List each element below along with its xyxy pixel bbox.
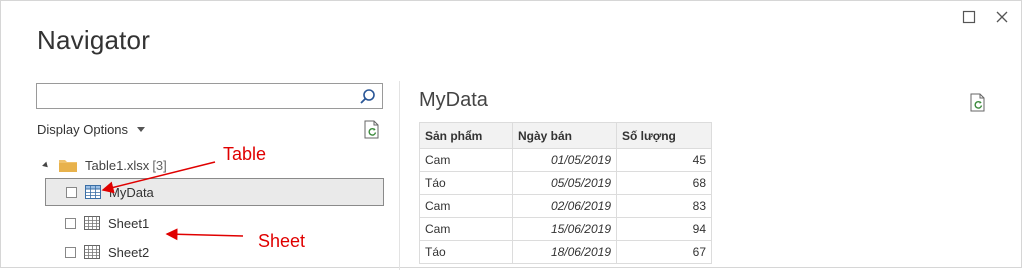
table-row: Cam 02/06/2019 83 bbox=[419, 194, 712, 218]
expand-icon[interactable] bbox=[42, 161, 50, 169]
tree-item-checkbox[interactable] bbox=[66, 186, 77, 198]
tree-item-label: Sheet1 bbox=[108, 215, 150, 231]
search-box[interactable] bbox=[36, 83, 383, 109]
table-cell: Táo bbox=[419, 171, 513, 195]
tree-item-sheet1[interactable]: Sheet1 bbox=[45, 209, 149, 237]
sheet-icon bbox=[84, 245, 100, 259]
table-cell: 45 bbox=[616, 148, 712, 172]
dropdown-caret-icon bbox=[137, 127, 146, 132]
table-header-row: Sản phẩm Ngày bán Số lượng bbox=[419, 122, 712, 149]
tree-root-label: Table1.xlsx bbox=[85, 157, 150, 173]
panel-divider bbox=[399, 81, 400, 270]
table-cell: 94 bbox=[616, 217, 712, 241]
tree-item-mydata[interactable]: MyData bbox=[45, 178, 384, 206]
display-options-label: Display Options bbox=[37, 122, 129, 137]
table-icon bbox=[85, 185, 101, 199]
column-header[interactable]: Sản phẩm bbox=[419, 122, 513, 149]
tree-item-checkbox[interactable] bbox=[65, 246, 76, 258]
preview-title: MyData bbox=[419, 89, 488, 111]
preview-table: Sản phẩm Ngày bán Số lượng Cam 01/05/201… bbox=[419, 122, 712, 264]
refresh-icon[interactable] bbox=[363, 120, 381, 139]
navigator-window: Navigator Display Options Table1.xlsx [3… bbox=[0, 0, 1022, 270]
table-cell: 02/06/2019 bbox=[512, 194, 617, 218]
table-cell: 18/06/2019 bbox=[512, 240, 617, 264]
table-cell: 05/05/2019 bbox=[512, 171, 617, 195]
table-cell: 68 bbox=[616, 171, 712, 195]
tree-item-checkbox[interactable] bbox=[65, 217, 76, 229]
table-row: Táo 18/06/2019 67 bbox=[419, 240, 712, 264]
table-cell: 15/06/2019 bbox=[512, 217, 617, 241]
tree-root-count: [3] bbox=[152, 157, 167, 173]
close-icon[interactable] bbox=[994, 9, 1010, 25]
column-header[interactable]: Số lượng bbox=[616, 122, 712, 149]
table-cell: 67 bbox=[616, 240, 712, 264]
tree-root-file[interactable]: Table1.xlsx [3] bbox=[42, 155, 167, 175]
table-row: Táo 05/05/2019 68 bbox=[419, 171, 712, 195]
table-cell: Cam bbox=[419, 194, 513, 218]
table-cell: Táo bbox=[419, 240, 513, 264]
search-input[interactable] bbox=[43, 85, 357, 109]
search-icon[interactable] bbox=[359, 88, 376, 105]
table-cell: 01/05/2019 bbox=[512, 148, 617, 172]
tree-item-label: MyData bbox=[109, 184, 154, 200]
table-row: Cam 01/05/2019 45 bbox=[419, 148, 712, 172]
sheet-icon bbox=[84, 216, 100, 230]
refresh-icon[interactable] bbox=[969, 93, 987, 112]
display-options-dropdown[interactable]: Display Options bbox=[37, 122, 146, 137]
table-row: Cam 15/06/2019 94 bbox=[419, 217, 712, 241]
tree-item-sheet2[interactable]: Sheet2 bbox=[45, 238, 149, 266]
window-title: Navigator bbox=[37, 25, 151, 55]
tree-item-label: Sheet2 bbox=[108, 244, 150, 260]
table-cell: 83 bbox=[616, 194, 712, 218]
column-header[interactable]: Ngày bán bbox=[512, 122, 617, 149]
folder-icon bbox=[59, 160, 77, 172]
maximize-icon[interactable] bbox=[961, 9, 977, 25]
table-cell: Cam bbox=[419, 217, 513, 241]
table-annotation-label: Table bbox=[223, 144, 267, 164]
table-cell: Cam bbox=[419, 148, 513, 172]
sheet-annotation-label: Sheet bbox=[258, 231, 306, 251]
